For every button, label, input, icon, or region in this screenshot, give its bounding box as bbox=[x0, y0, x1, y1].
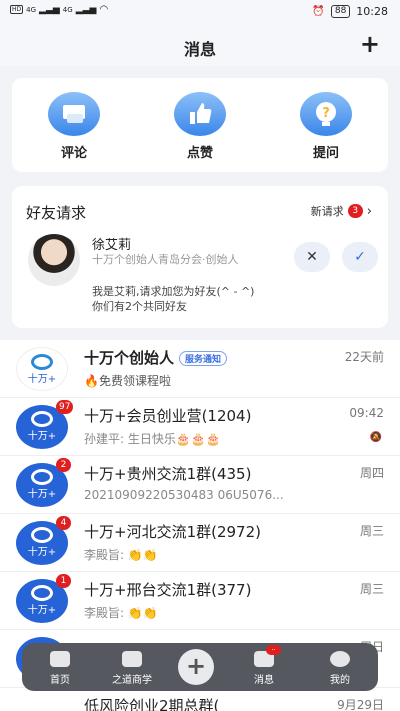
requester-name: 徐艾莉 bbox=[92, 238, 132, 253]
like-action[interactable]: 点赞 bbox=[160, 92, 240, 161]
comment-action[interactable]: 评论 bbox=[34, 92, 114, 161]
status-bar: HD 4G ▂▃▅ 4G ▂▃▅ ◠ ⏰ 88 10:28 bbox=[0, 0, 400, 26]
conversation-name: 低风险创业2期总群( bbox=[84, 697, 220, 711]
requester-avatar[interactable] bbox=[28, 234, 80, 286]
tab-label: 消息 bbox=[254, 675, 274, 686]
tab-label: 我的 bbox=[330, 675, 350, 686]
conversation-time: 周四 bbox=[359, 466, 384, 480]
conversation-item[interactable]: 十万+ 97 十万+会员创业营(1204) 孙建平: 生日快乐🎂🎂🎂 09:42… bbox=[0, 398, 400, 456]
logo-icon bbox=[122, 651, 142, 667]
home-icon bbox=[50, 651, 70, 667]
unread-badge: 97 bbox=[56, 400, 74, 414]
conversation-preview: 20210909220530483 06U5076... bbox=[84, 488, 284, 502]
add-button[interactable]: + bbox=[360, 31, 380, 57]
page-title: 消息 bbox=[183, 40, 216, 59]
service-tag: 服务通知 bbox=[179, 351, 228, 366]
question-action[interactable]: ? 提问 bbox=[286, 92, 366, 161]
comment-label: 评论 bbox=[60, 146, 87, 161]
network-label: 4G bbox=[62, 5, 73, 14]
conversation-name-text: 十万个创始人 bbox=[84, 349, 175, 367]
tab-label: 之道商学 bbox=[112, 675, 152, 686]
unread-badge: 2 bbox=[56, 458, 71, 472]
new-requests-link[interactable]: 新请求 3 › bbox=[311, 203, 372, 219]
avatar-text: 十万+ bbox=[27, 374, 57, 385]
unread-badge: 4 bbox=[56, 516, 71, 530]
conversation-time: 09:42 bbox=[349, 406, 384, 420]
tab-profile[interactable]: 我的 bbox=[308, 651, 372, 686]
conversation-name: 十万个创始人 服务通知 bbox=[84, 347, 228, 368]
avatar-text: 十万+ bbox=[27, 547, 57, 558]
request-message: 我是艾莉,请求加您为好友(^ - ^) 你们有2个共同好友 bbox=[92, 284, 254, 314]
new-requests-badge: 3 bbox=[347, 204, 363, 218]
wifi-icon: ◠ bbox=[99, 4, 109, 15]
conversation-item[interactable]: 低风险创业2期总群( 9月29日 bbox=[0, 688, 400, 711]
conversation-preview: 🔥免费领课程啦 bbox=[84, 374, 171, 388]
signal-icon: ▂▃▅ bbox=[39, 4, 60, 15]
friend-request-card: 好友请求 新请求 3 › 徐艾莉 十万个创始人青岛分会·创始人 我是艾莉,请求加… bbox=[12, 186, 388, 328]
alarm-icon: ⏰ bbox=[312, 6, 325, 17]
avatar-text: 十万+ bbox=[27, 489, 57, 500]
comment-icon bbox=[48, 92, 100, 136]
conversation-item[interactable]: 十万+ 4 十万+河北交流1群(2972) 李殿旨: 👏👏 周三 bbox=[0, 514, 400, 572]
center-add-button[interactable]: + bbox=[178, 649, 214, 685]
messages-badge: ·· bbox=[266, 645, 281, 655]
avatar-text: 十万+ bbox=[27, 431, 57, 442]
clock: 10:28 bbox=[356, 5, 388, 18]
conversation-preview: 李殿旨: 👏👏 bbox=[84, 606, 158, 620]
avatar-text: 十万+ bbox=[27, 605, 57, 616]
tab-business-school[interactable]: 之道商学 bbox=[100, 651, 164, 686]
conversation-name: 十万+邢台交流1群(377) bbox=[84, 581, 252, 599]
conversation-time: 22天前 bbox=[344, 350, 384, 364]
conversation-item[interactable]: 十万+ 2 十万+贵州交流1群(435) 20210909220530483 0… bbox=[0, 456, 400, 514]
quick-actions-card: 评论 点赞 ? 提问 bbox=[12, 78, 388, 172]
mute-icon: 🔕 bbox=[369, 432, 382, 443]
bottom-tab-bar: 首页 之道商学 + ·· 消息 我的 bbox=[22, 643, 378, 691]
message-icon: ·· bbox=[254, 645, 281, 667]
friend-request-title: 好友请求 bbox=[26, 204, 87, 222]
conversation-preview: 孙建平: 生日快乐🎂🎂🎂 bbox=[84, 432, 221, 446]
common-friends: 你们有2个共同好友 bbox=[92, 300, 187, 313]
brand-avatar: 十万+ bbox=[16, 347, 68, 391]
conversation-item[interactable]: 十万+ 十万个创始人 服务通知 🔥免费领课程啦 22天前 bbox=[0, 340, 400, 398]
thumbs-up-icon bbox=[174, 92, 226, 136]
conversation-time: 9月29日 bbox=[337, 698, 384, 711]
profile-icon bbox=[330, 651, 350, 667]
conversation-name: 十万+河北交流1群(2972) bbox=[84, 523, 261, 541]
question-label: 提问 bbox=[312, 146, 339, 161]
unread-badge: 1 bbox=[56, 574, 71, 588]
tab-messages[interactable]: ·· 消息 bbox=[232, 645, 296, 686]
chevron-right-icon: › bbox=[366, 203, 372, 219]
question-icon: ? bbox=[300, 92, 352, 136]
network-label: 4G bbox=[26, 5, 37, 14]
conversation-name: 十万+会员创业营(1204) bbox=[84, 407, 252, 425]
conversation-name: 十万+贵州交流1群(435) bbox=[84, 465, 252, 483]
tab-label: 首页 bbox=[50, 675, 70, 686]
battery-indicator: 88 bbox=[330, 5, 351, 18]
request-text: 我是艾莉,请求加您为好友(^ - ^) bbox=[92, 285, 255, 298]
conversation-preview: 李殿旨: 👏👏 bbox=[84, 548, 158, 562]
signal-icon: ▂▃▅ bbox=[75, 4, 97, 15]
new-requests-label: 新请求 bbox=[310, 205, 344, 218]
hd-indicator: HD bbox=[10, 5, 24, 14]
svg-text:?: ? bbox=[322, 106, 330, 121]
conversation-time: 周三 bbox=[359, 582, 384, 596]
conversation-time: 周三 bbox=[359, 524, 384, 538]
tab-home[interactable]: 首页 bbox=[28, 651, 92, 686]
header: 消息 + bbox=[0, 26, 400, 66]
reject-button[interactable]: ✕ bbox=[294, 242, 330, 272]
accept-button[interactable]: ✓ bbox=[342, 242, 378, 272]
like-label: 点赞 bbox=[186, 146, 213, 161]
conversation-item[interactable]: 十万+ 1 十万+邢台交流1群(377) 李殿旨: 👏👏 周三 bbox=[0, 572, 400, 630]
requester-org: 十万个创始人青岛分会·创始人 bbox=[92, 253, 239, 266]
